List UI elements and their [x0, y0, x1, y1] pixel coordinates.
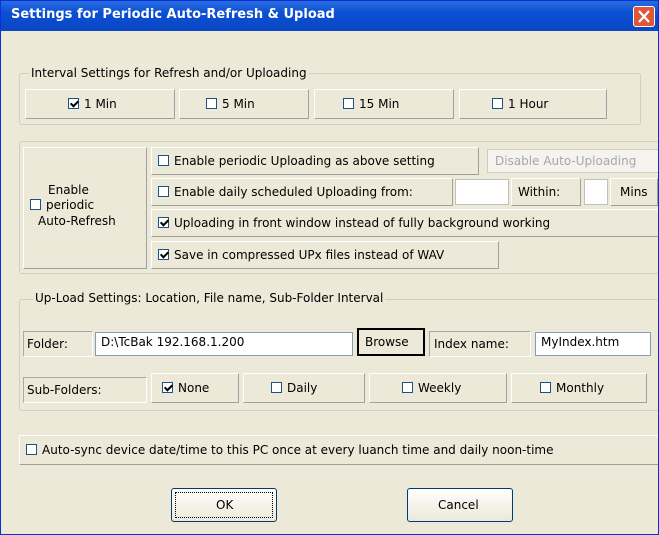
subfolder-monthly-label: Monthly: [556, 381, 605, 395]
index-name-input[interactable]: MyIndex.htm: [535, 332, 651, 356]
within-label-box: Within:: [511, 178, 581, 206]
periodic-upload-checkbox[interactable]: [158, 155, 169, 166]
ok-label: OK: [216, 498, 234, 512]
folder-input[interactable]: D:\TcBak 192.168.1.200: [95, 332, 353, 356]
front-window-label: Uploading in front window instead of ful…: [174, 216, 551, 230]
autosync-label: Auto-sync device date/time to this PC on…: [42, 443, 554, 457]
close-icon: [638, 10, 650, 23]
subfolder-none-label: None: [178, 381, 210, 395]
daily-upload-row[interactable]: Enable daily scheduled Uploading from:: [151, 178, 453, 206]
compressed-checkbox[interactable]: [158, 249, 169, 260]
disable-upload-label: Disable Auto-Uploading: [495, 154, 637, 168]
browse-label: Browse: [365, 335, 409, 349]
interval-1min-label: 1 Min: [84, 97, 117, 111]
subfolders-label-box: Sub-Folders:: [23, 377, 147, 403]
window-title: Settings for Periodic Auto-Refresh & Upl…: [11, 7, 335, 22]
daily-from-input[interactable]: [455, 179, 509, 205]
interval-5min-label: 5 Min: [222, 97, 255, 111]
interval-1hour-checkbox[interactable]: [492, 98, 503, 109]
daily-upload-label: Enable daily scheduled Uploading from:: [174, 185, 413, 199]
autosync-checkbox[interactable]: [26, 444, 37, 455]
periodic-upload-row[interactable]: Enable periodic Uploading as above setti…: [151, 147, 479, 175]
enable-refresh-panel[interactable]: Enable periodic Auto-Refresh: [23, 147, 147, 269]
enable-refresh-checkbox[interactable]: [30, 199, 41, 210]
subfolder-weekly-option[interactable]: Weekly: [369, 373, 507, 403]
index-label: Index name:: [434, 337, 509, 351]
settings-dialog: Settings for Periodic Auto-Refresh & Upl…: [0, 0, 659, 535]
interval-15min-option[interactable]: 15 Min: [314, 89, 454, 119]
front-window-checkbox[interactable]: [158, 217, 169, 228]
subfolder-daily-checkbox[interactable]: [271, 382, 282, 393]
cancel-button[interactable]: Cancel: [407, 488, 513, 522]
interval-1hour-label: 1 Hour: [508, 97, 549, 111]
subfolder-daily-label: Daily: [287, 381, 318, 395]
periodic-upload-label: Enable periodic Uploading as above setti…: [174, 154, 435, 168]
close-button[interactable]: [633, 6, 655, 27]
subfolder-daily-option[interactable]: Daily: [243, 373, 365, 403]
interval-15min-checkbox[interactable]: [343, 98, 354, 109]
compressed-label: Save in compressed UPx files instead of …: [174, 248, 445, 262]
subfolder-weekly-label: Weekly: [418, 381, 462, 395]
front-window-row[interactable]: Uploading in front window instead of ful…: [151, 209, 658, 237]
mins-label: Mins: [620, 185, 648, 199]
subfolders-label: Sub-Folders:: [27, 383, 102, 397]
daily-upload-checkbox[interactable]: [158, 186, 169, 197]
within-input[interactable]: [584, 179, 608, 205]
cancel-label: Cancel: [438, 498, 479, 512]
subfolder-monthly-checkbox[interactable]: [540, 382, 551, 393]
interval-legend: Interval Settings for Refresh and/or Upl…: [29, 66, 309, 80]
enable-refresh-label-2: periodic: [46, 198, 95, 212]
interval-1min-checkbox[interactable]: [68, 98, 79, 109]
autosync-row[interactable]: Auto-sync device date/time to this PC on…: [19, 435, 658, 465]
interval-1hour-option[interactable]: 1 Hour: [459, 89, 607, 119]
folder-label: Folder:: [27, 337, 68, 351]
ok-button[interactable]: OK: [171, 488, 277, 522]
subfolder-none-checkbox[interactable]: [162, 382, 173, 393]
title-bar[interactable]: Settings for Periodic Auto-Refresh & Upl…: [1, 1, 658, 31]
interval-5min-option[interactable]: 5 Min: [179, 89, 309, 119]
index-label-box: Index name:: [429, 331, 531, 357]
interval-5min-checkbox[interactable]: [206, 98, 217, 109]
interval-15min-label: 15 Min: [359, 97, 400, 111]
interval-1min-option[interactable]: 1 Min: [25, 89, 175, 119]
subfolder-monthly-option[interactable]: Monthly: [511, 373, 647, 403]
subfolder-weekly-checkbox[interactable]: [402, 382, 413, 393]
browse-button[interactable]: Browse: [357, 328, 425, 356]
mins-label-box: Mins: [610, 178, 658, 206]
subfolder-none-option[interactable]: None: [151, 373, 239, 403]
upload-legend: Up-Load Settings: Location, File name, S…: [33, 291, 386, 305]
enable-refresh-label-3: Auto-Refresh: [38, 214, 116, 228]
enable-refresh-label-1: Enable: [48, 183, 89, 197]
within-label: Within:: [518, 185, 561, 199]
compressed-row[interactable]: Save in compressed UPx files instead of …: [151, 241, 499, 269]
disable-upload-button[interactable]: Disable Auto-Uploading: [487, 149, 658, 173]
folder-label-box: Folder:: [23, 331, 93, 357]
